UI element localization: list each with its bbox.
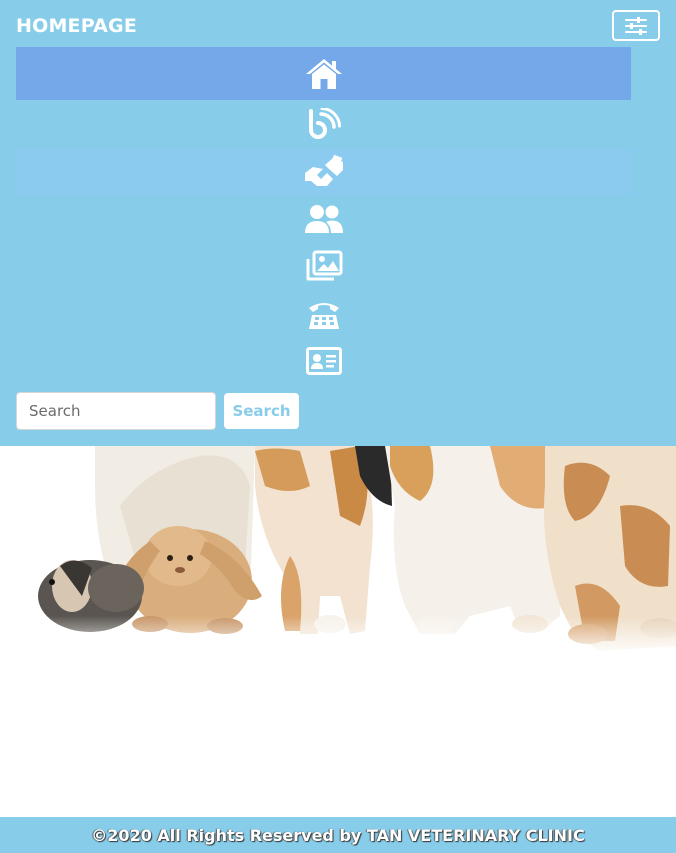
nav-item-blog[interactable] <box>16 102 631 146</box>
home-icon <box>304 57 344 91</box>
nav-item-contact[interactable] <box>16 291 631 337</box>
phone-icon <box>307 298 341 330</box>
images-icon <box>305 250 343 282</box>
navbar-toggler-button[interactable] <box>612 10 660 41</box>
sliders-icon <box>624 16 648 36</box>
pets-banner-image <box>0 446 676 816</box>
users-icon <box>304 204 344 234</box>
footer: ©2020 All Rights Reserved by TAN VETERIN… <box>0 817 676 853</box>
nav-item-home[interactable] <box>16 47 631 100</box>
nav-item-about[interactable] <box>16 197 631 241</box>
nav-item-profile[interactable] <box>16 339 631 383</box>
nav-item-gallery[interactable] <box>16 243 631 289</box>
search-button[interactable]: Search <box>224 393 299 429</box>
nav-item-services[interactable] <box>16 149 631 195</box>
search-input[interactable] <box>16 392 216 430</box>
navbar: HOMEPAGE Search Search <box>0 0 676 446</box>
blog-icon <box>307 108 341 140</box>
brand-link[interactable]: HOMEPAGE <box>16 15 137 37</box>
handshake-icon <box>303 155 345 189</box>
footer-copyright: ©2020 All Rights Reserved by TAN VETERIN… <box>91 825 585 845</box>
id-card-icon <box>305 347 342 375</box>
